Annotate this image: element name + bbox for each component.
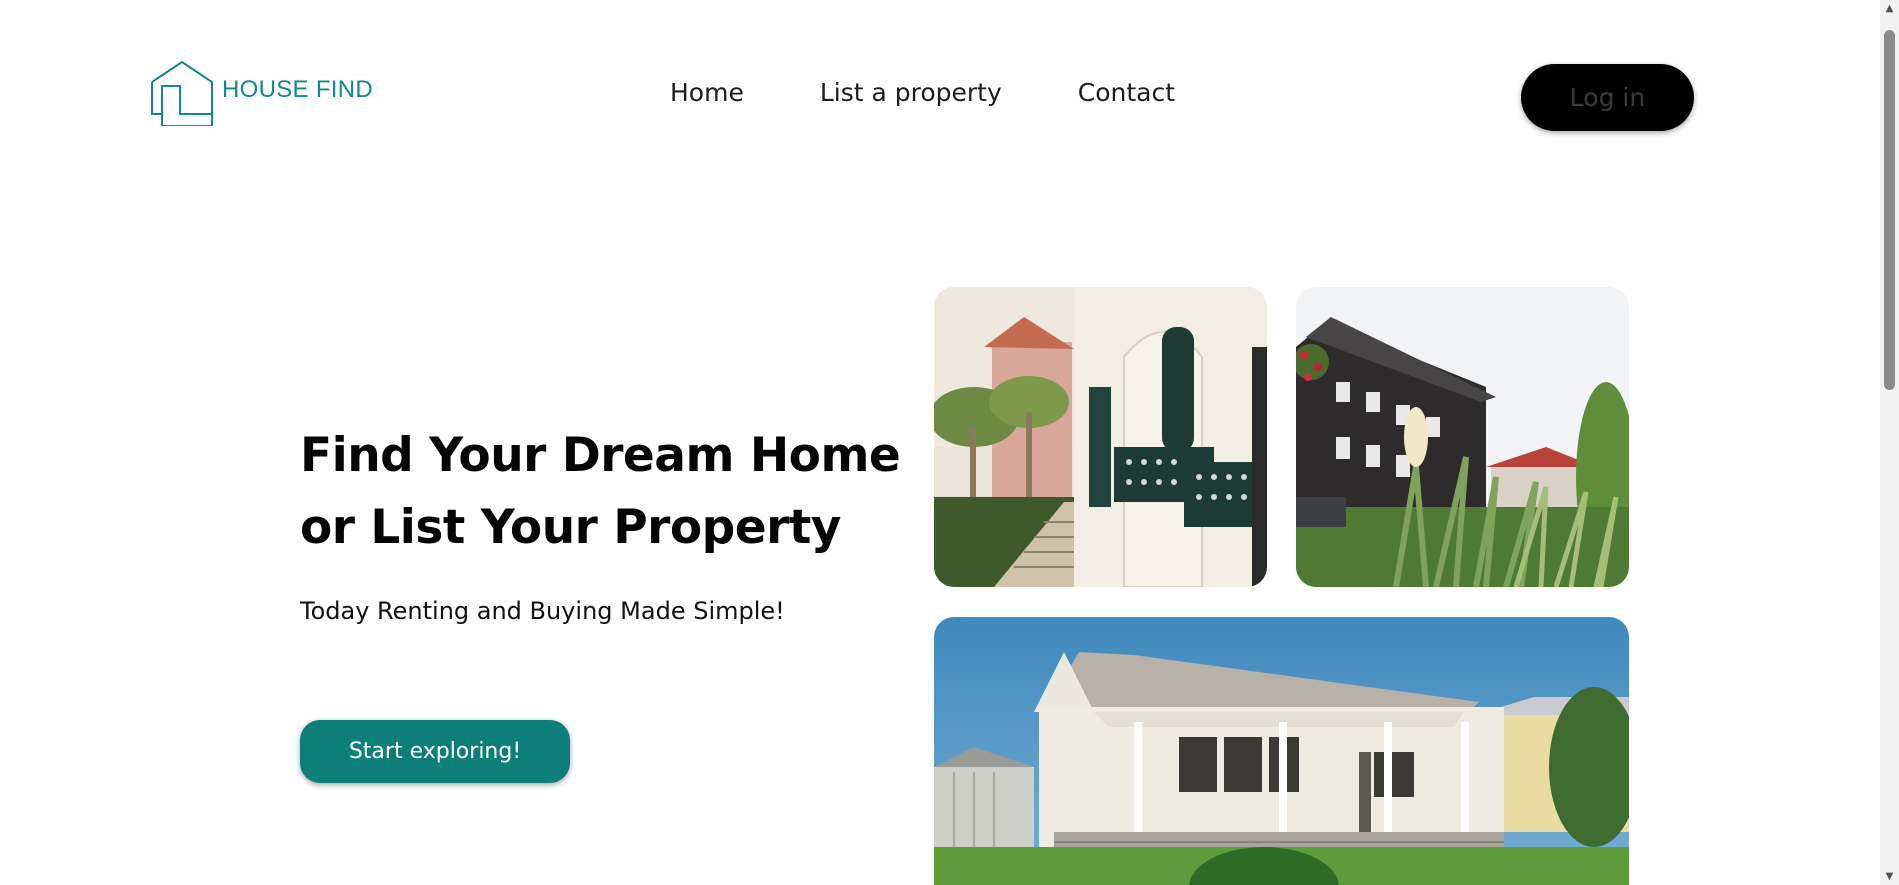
- white-cottage-lawn-photo: [934, 617, 1629, 885]
- nav-link-list-property[interactable]: List a property: [820, 78, 1002, 107]
- brand-logo[interactable]: HOUSE FIND: [150, 60, 373, 126]
- start-exploring-button[interactable]: Start exploring!: [300, 720, 570, 783]
- main-nav: Home List a property Contact: [670, 78, 1175, 107]
- hero-title-line-2: or List Your Property: [300, 500, 841, 555]
- hero-title-line-1: Find Your Dream Home: [300, 428, 901, 483]
- hero-title: Find Your Dream Home or List Your Proper…: [300, 420, 901, 564]
- page-scrollbar[interactable]: ▲ ▼: [1880, 0, 1899, 885]
- nav-link-contact[interactable]: Contact: [1078, 78, 1175, 107]
- page: HOUSE FIND Home List a property Contact …: [0, 0, 1880, 885]
- scroll-down-arrow-icon[interactable]: ▼: [1880, 868, 1899, 885]
- brand-name: HOUSE FIND: [222, 76, 374, 103]
- login-button[interactable]: Log in: [1521, 64, 1694, 131]
- hero-subtitle: Today Renting and Buying Made Simple!: [300, 597, 785, 625]
- nav-link-home[interactable]: Home: [670, 78, 744, 107]
- house-outline-icon: [151, 60, 213, 126]
- scrollbar-thumb[interactable]: [1884, 30, 1895, 390]
- white-villa-balcony-photo: [934, 287, 1267, 587]
- dark-wood-house-garden-photo: [1296, 287, 1629, 587]
- scroll-up-arrow-icon[interactable]: ▲: [1880, 0, 1899, 17]
